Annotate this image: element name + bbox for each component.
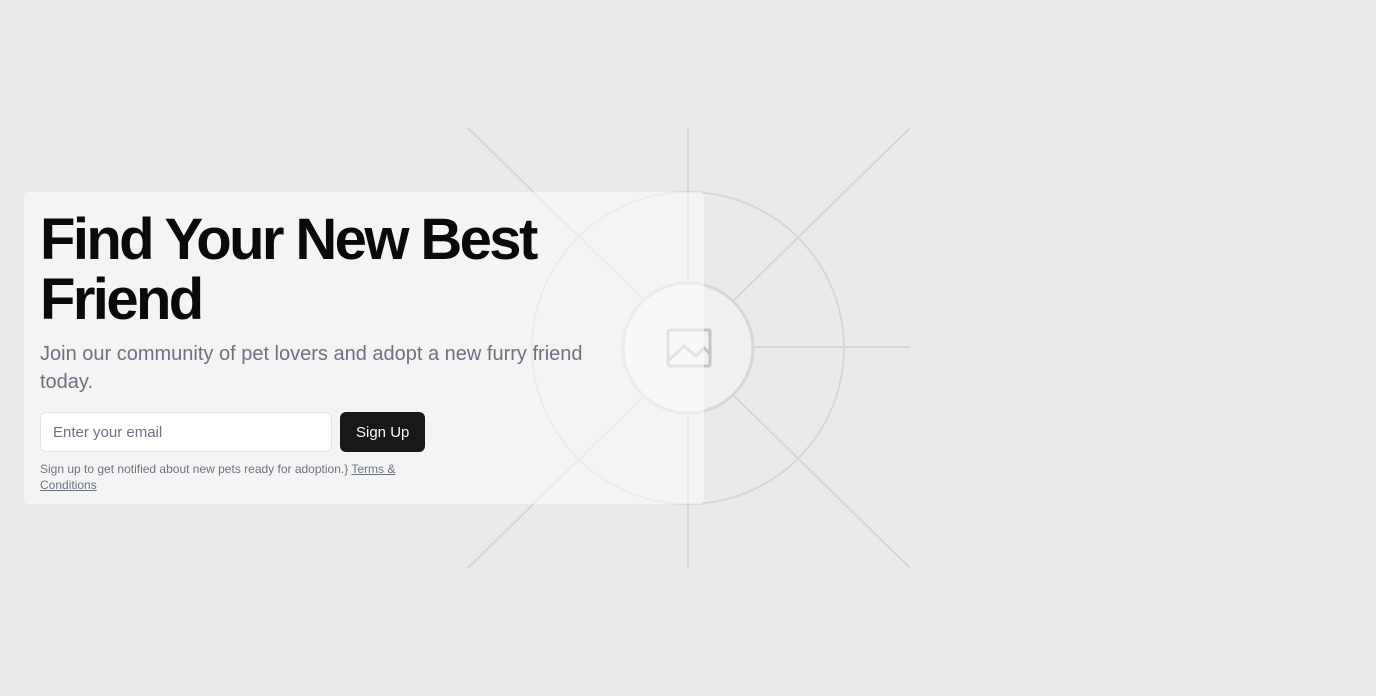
signup-fineprint: Sign up to get notified about new pets r… — [40, 461, 440, 493]
hero-title: Find Your New Best Friend — [40, 207, 538, 332]
page: Find Your New Best Friend Join our commu… — [0, 0, 1376, 696]
hero-subtitle: Join our community of pet lovers and ado… — [40, 343, 583, 393]
fineprint-text: Sign up to get notified about new pets r… — [40, 462, 349, 476]
signup-button[interactable]: Sign Up — [340, 412, 426, 452]
hero-section: Find Your New Best Friend Join our commu… — [24, 192, 704, 504]
signup-form: Sign Up — [40, 412, 688, 452]
email-input[interactable] — [40, 412, 332, 452]
